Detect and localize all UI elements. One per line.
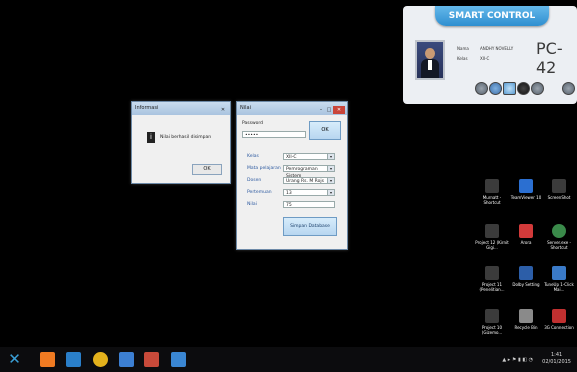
password-label: Password <box>242 121 264 126</box>
nama-value: ANDHY NOVELLY <box>480 46 514 51</box>
user-icon[interactable] <box>489 82 502 95</box>
clock[interactable]: 1:41 02/01/2015 <box>542 352 571 366</box>
nilai-input[interactable]: 75 <box>283 201 335 208</box>
project-icon <box>485 224 499 238</box>
pertemuan-label: Pertemuan <box>247 190 272 195</box>
nama-label: Nama <box>457 46 469 51</box>
pc-name: PC-42 <box>536 39 563 77</box>
desktop-icon[interactable]: Murnatt - Shortcut <box>475 179 509 205</box>
close-icon[interactable]: ✕ <box>333 106 345 114</box>
explorer-icon[interactable] <box>119 352 134 367</box>
shortcut-icon <box>485 179 499 193</box>
pertemuan-select[interactable]: 13 ▾ <box>283 189 335 196</box>
chevron-down-icon: ▾ <box>327 190 334 195</box>
arora-icon <box>519 224 533 238</box>
photos-icon[interactable] <box>171 352 186 367</box>
system-tray[interactable]: ▲ ▸ ⚑ ▮ ◧ ◔ <box>502 357 533 363</box>
maximize-icon[interactable]: □ <box>325 106 333 114</box>
information-titlebar: Informasi ✕ <box>132 102 230 115</box>
desktop-icon[interactable]: Project 10 (Gizemo... <box>475 309 509 335</box>
chevron-down-icon: ▾ <box>327 154 334 159</box>
project-icon <box>485 266 499 280</box>
windows-start-icon[interactable]: ✕ <box>7 352 22 367</box>
password-field[interactable]: ••••• <box>242 131 306 138</box>
window-icon[interactable] <box>503 82 516 95</box>
kelas-select[interactable]: XII-C ▾ <box>283 153 335 160</box>
information-message: Nilai berhasil disimpan <box>160 135 212 140</box>
save-database-button[interactable]: Simpan Database <box>283 217 337 236</box>
volume-icon[interactable] <box>475 82 488 95</box>
desktop-icon[interactable]: Dolby Setting <box>509 266 543 287</box>
student-photo <box>415 40 445 80</box>
nilai-label: Nilai <box>247 202 257 207</box>
mapel-select[interactable]: Pemrograman Sistem▾ <box>283 165 335 179</box>
screenshot-icon <box>552 179 566 193</box>
info-icon: i <box>147 132 155 143</box>
nilai-window: Nilai – □ ✕ Password ••••• OK Kelas XII-C ▾… <box>236 101 348 250</box>
information-dialog: Informasi ✕ i Nilai berhasil disimpan OK <box>131 101 231 184</box>
dosen-select[interactable]: Urang Rs. M Rojs ▾ <box>283 177 335 184</box>
chat-icon[interactable] <box>531 82 544 95</box>
app-icon[interactable] <box>66 352 81 367</box>
information-title: Informasi <box>135 105 159 111</box>
nilai-titlebar: Nilai – □ ✕ <box>237 102 347 115</box>
desktop-icon[interactable]: TeamViewer 10 <box>509 179 543 200</box>
xampp-icon[interactable] <box>40 352 55 367</box>
nilai-title: Nilai <box>240 105 251 111</box>
media-icon[interactable] <box>144 352 159 367</box>
close-icon[interactable]: ✕ <box>218 104 228 113</box>
password-ok-button[interactable]: OK <box>309 121 341 140</box>
ok-button[interactable]: OK <box>192 164 222 175</box>
minimize-icon[interactable]: – <box>317 106 325 114</box>
kelas-label: Kelas <box>247 154 259 159</box>
server-icon <box>552 224 566 238</box>
desktop-icon[interactable]: Recycle Bin <box>509 309 543 330</box>
chevron-down-icon: ▾ <box>327 178 334 183</box>
mapel-label: Mata pelajaran <box>247 166 281 171</box>
taskbar: ✕ ▲ ▸ ⚑ ▮ ◧ ◔ 1:41 02/01/2015 <box>0 347 577 372</box>
desktop-icon[interactable]: Server.exe - Shortcut <box>542 224 576 250</box>
recycle-bin-icon <box>519 309 533 323</box>
desktop-icon[interactable]: 3G Connection <box>542 309 576 330</box>
desktop-icon[interactable]: Project 12 (Kirnit Gigi... <box>475 224 509 250</box>
project-icon <box>485 309 499 323</box>
connection-icon <box>552 309 566 323</box>
kelas-value: XII-C <box>480 56 490 61</box>
dolby-icon <box>519 266 533 280</box>
smart-control-panel: SMART CONTROL Nama ANDHY NOVELLY Kelas X… <box>403 6 577 104</box>
chrome-icon[interactable] <box>93 352 108 367</box>
kelas-label: Kelas <box>457 56 468 61</box>
smart-control-title: SMART CONTROL <box>435 6 549 26</box>
desktop-icon[interactable]: TuneUp 1-Click Mai... <box>542 266 576 292</box>
desktop-icon[interactable]: Arora <box>509 224 543 245</box>
chevron-down-icon: ▾ <box>327 166 334 171</box>
lock-icon[interactable] <box>517 82 530 95</box>
power-icon[interactable] <box>562 82 575 95</box>
dosen-label: Dosen <box>247 178 262 183</box>
desktop-icon[interactable]: ScreenShot <box>542 179 576 200</box>
teamviewer-icon <box>519 179 533 193</box>
desktop-icon[interactable]: Project 11 (Penelitian... <box>475 266 509 292</box>
tuneup-icon <box>552 266 566 280</box>
